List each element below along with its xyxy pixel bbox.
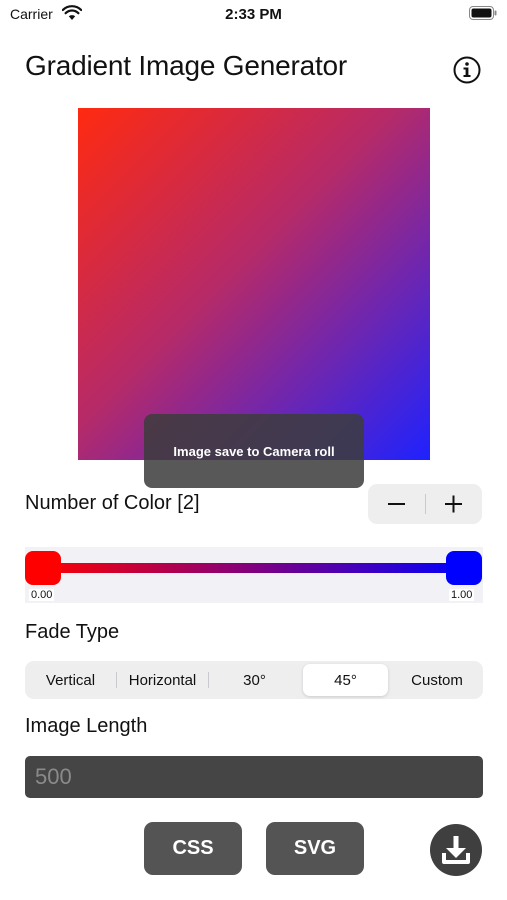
decrement-button[interactable] — [368, 484, 425, 524]
download-icon[interactable] — [430, 824, 482, 876]
color-stop-handle-end[interactable] — [446, 549, 482, 585]
color-count-stepper — [368, 484, 482, 524]
status-time: 2:33 PM — [225, 6, 282, 23]
svg-button[interactable]: SVG — [266, 822, 364, 875]
color-stop-handle-start[interactable] — [25, 549, 61, 585]
status-bar: Carrier 2:33 PM — [0, 0, 507, 28]
image-length-input[interactable] — [25, 756, 483, 798]
save-toast: Image save to Camera roll — [144, 414, 364, 488]
image-length-label: Image Length — [25, 715, 148, 737]
battery-icon — [469, 6, 497, 20]
segment-custom[interactable]: Custom — [391, 661, 483, 699]
gradient-stop-editor: 0.00 1.00 — [25, 547, 483, 603]
fade-type-segmented-control: Vertical Horizontal 30° 45° Custom — [25, 661, 483, 699]
info-circle-icon[interactable] — [452, 55, 482, 85]
segment-vertical[interactable]: Vertical — [25, 661, 116, 699]
stop-position-label-end: 1.00 — [449, 589, 475, 601]
gradient-preview-image — [78, 108, 430, 460]
toast-message: Image save to Camera roll — [173, 443, 335, 459]
page-title: Gradient Image Generator — [25, 50, 348, 81]
color-count-label: Number of Color [2] — [25, 492, 200, 514]
stop-position-label-start: 0.00 — [29, 589, 55, 601]
fade-type-label: Fade Type — [25, 621, 120, 643]
segment-horizontal[interactable]: Horizontal — [117, 661, 208, 699]
gradient-track[interactable] — [37, 563, 471, 573]
increment-button[interactable] — [425, 484, 482, 524]
segment-30[interactable]: 30° — [209, 661, 300, 699]
css-button[interactable]: CSS — [144, 822, 242, 875]
segment-45[interactable]: 45° — [303, 664, 388, 696]
